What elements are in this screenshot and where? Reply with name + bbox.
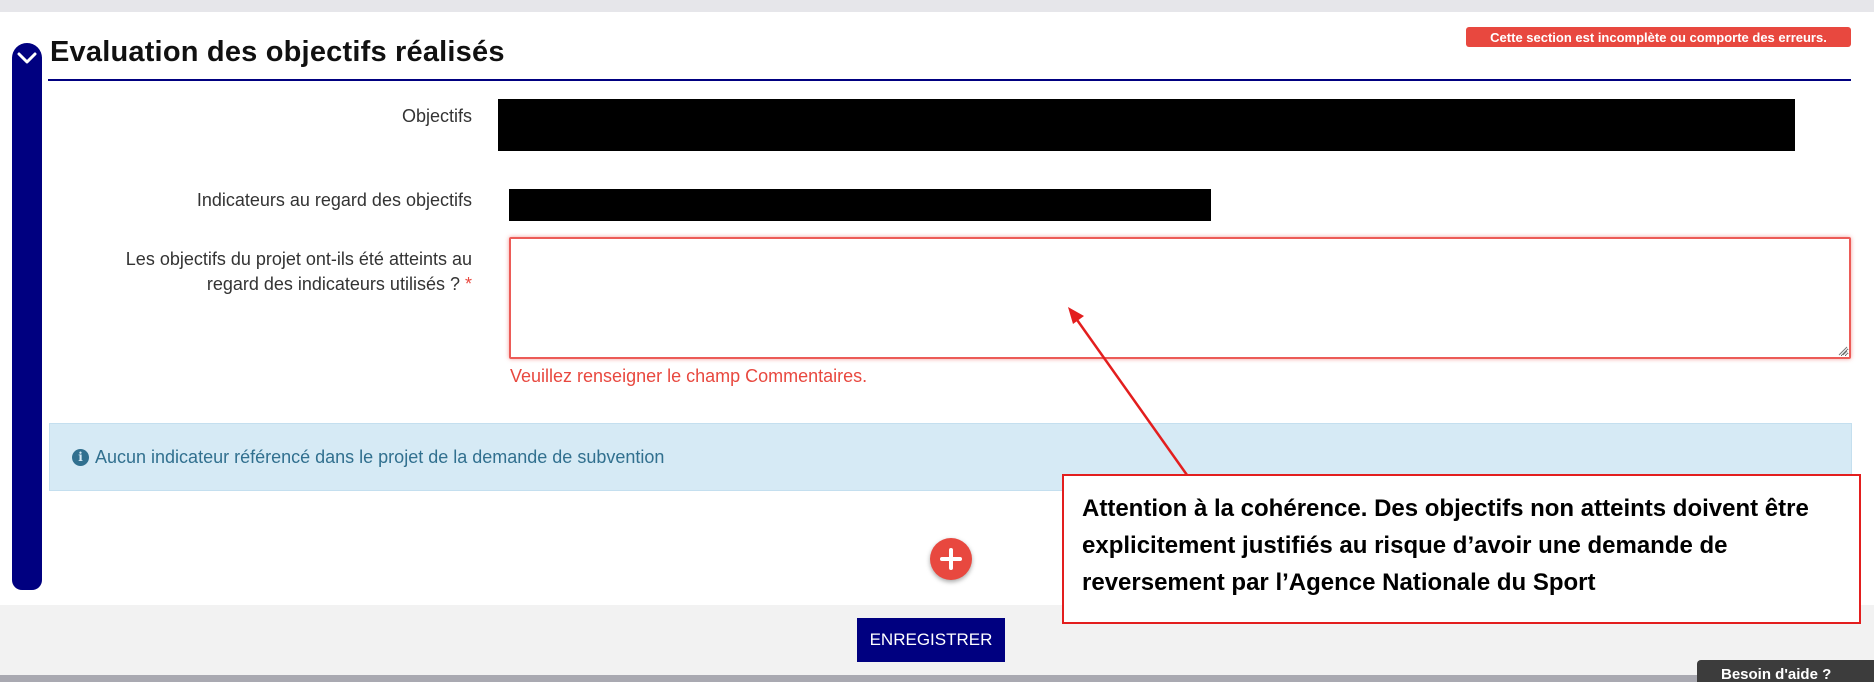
- annotation-callout: Attention à la cohérence. Des objectifs …: [1062, 474, 1861, 624]
